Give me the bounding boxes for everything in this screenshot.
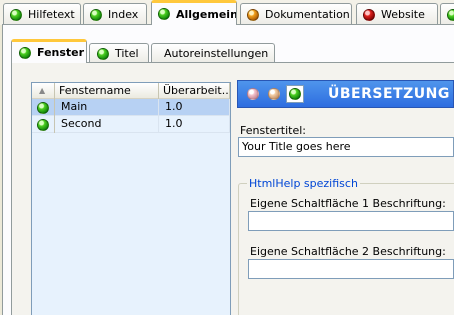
window-title-label: Fenstertitel: xyxy=(240,124,307,137)
status-green-icon xyxy=(37,101,49,114)
cell-fenstername[interactable]: Second xyxy=(55,116,159,133)
cell-revision[interactable]: 1.0 xyxy=(159,116,230,133)
tab-label: Hilfetext xyxy=(28,8,75,21)
status-green-icon xyxy=(158,8,170,20)
tab-index[interactable]: Index xyxy=(83,3,147,25)
status-green-icon xyxy=(10,8,22,21)
sort-ascending-icon[interactable]: ▲ xyxy=(32,83,55,99)
tab-allgemein[interactable]: Allgemein xyxy=(151,0,237,25)
status-selected-box[interactable] xyxy=(286,85,304,103)
translation-title: ÜBERSETZUNG xyxy=(328,86,450,102)
status-green-icon xyxy=(90,8,102,21)
button1-caption-label: Eigene Schaltfläche 1 Beschriftung: xyxy=(250,197,446,210)
cell-fenstername[interactable]: Main xyxy=(55,99,159,116)
button2-caption-field[interactable] xyxy=(248,259,454,279)
group-title: HtmlHelp spezifisch xyxy=(247,177,360,190)
status-green-icon xyxy=(37,118,49,131)
status-green-icon xyxy=(97,47,109,60)
tab-label: Autoreinstellungen xyxy=(164,47,269,60)
status-pink-icon[interactable] xyxy=(247,88,259,100)
status-green-icon xyxy=(289,88,301,100)
tab-autoreinstellungen[interactable]: Autoreinstellungen xyxy=(151,43,275,63)
translation-header: ÜBERSETZUNG xyxy=(237,80,454,108)
tab-label: Fenster xyxy=(37,46,85,59)
sub-tab-strip: Fenster Titel Autoreinstellungen xyxy=(11,39,451,63)
column-header-ueberarbeitung[interactable]: Überarbeit... xyxy=(159,83,230,99)
button1-caption-field[interactable] xyxy=(248,211,454,231)
column-header-fenstername[interactable]: Fenstername xyxy=(55,83,159,99)
grid-header: ▲ Fenstername Überarbeit... xyxy=(32,83,230,99)
tab-label: Index xyxy=(108,8,139,21)
tab-hilfetext[interactable]: Hilfetext xyxy=(3,3,81,25)
main-tab-strip: Hilfetext Index Allgemein Dokumentation … xyxy=(0,0,454,25)
status-green-icon xyxy=(447,8,454,21)
tab-dokumentation[interactable]: Dokumentation xyxy=(240,3,352,25)
tab-label: Allgemein xyxy=(176,7,237,21)
cell-revision[interactable]: 1.0 xyxy=(159,99,230,116)
button2-caption-label: Eigene Schaltfläche 2 Beschriftung: xyxy=(250,245,446,258)
tab-label: Website xyxy=(381,8,425,21)
tab-label: Dokumentation xyxy=(265,8,350,21)
tab-partial[interactable]: E xyxy=(440,3,454,25)
status-green-icon xyxy=(19,46,31,59)
tab-titel[interactable]: Titel xyxy=(89,43,149,63)
status-orange-icon xyxy=(247,8,259,21)
table-row[interactable]: Main 1.0 xyxy=(32,99,230,116)
status-red-icon xyxy=(363,8,375,21)
window-title-field[interactable]: Your Title goes here xyxy=(238,137,454,157)
status-peach-icon[interactable] xyxy=(268,88,280,100)
window-list-grid[interactable]: ▲ Fenstername Überarbeit... Main 1.0 Sec… xyxy=(31,82,231,315)
table-row[interactable]: Second 1.0 xyxy=(32,116,230,133)
tab-website[interactable]: Website xyxy=(356,3,438,25)
tab-label: Titel xyxy=(115,47,139,60)
tab-fenster[interactable]: Fenster xyxy=(11,39,87,63)
